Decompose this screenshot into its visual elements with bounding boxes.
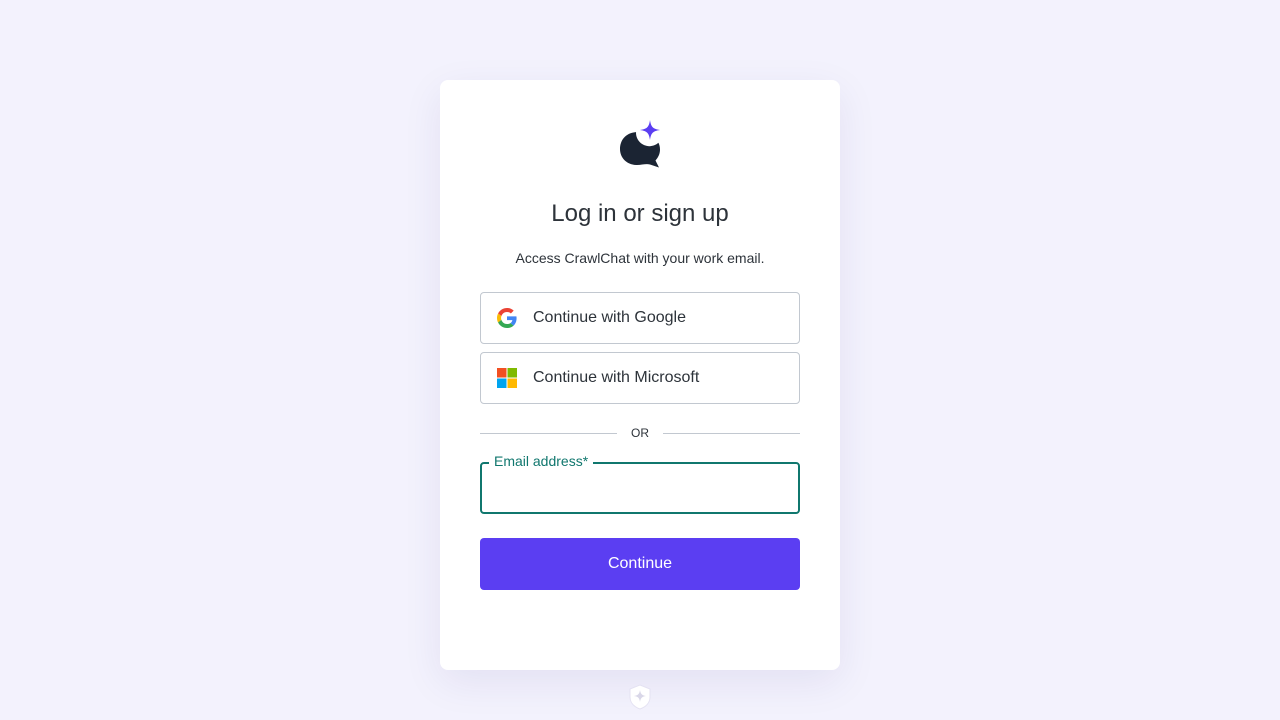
google-button-label: Continue with Google (533, 309, 686, 326)
shield-badge-icon (628, 684, 652, 710)
microsoft-button-label: Continue with Microsoft (533, 369, 700, 386)
login-card: Log in or sign up Access CrawlChat with … (440, 80, 840, 670)
page-subtitle: Access CrawlChat with your work email. (515, 250, 765, 266)
divider-text: OR (631, 426, 649, 440)
email-label: Email address* (489, 452, 594, 470)
or-divider: OR (480, 424, 800, 442)
chat-bubble-sparkle-icon (616, 120, 664, 170)
divider-line-right (663, 432, 800, 434)
page-title: Log in or sign up (551, 200, 729, 227)
continue-with-microsoft-button[interactable]: Continue with Microsoft (480, 352, 800, 404)
continue-with-google-button[interactable]: Continue with Google (480, 292, 800, 344)
google-icon (497, 308, 517, 328)
email-field-wrapper: Email address* (480, 452, 800, 514)
microsoft-icon (497, 368, 517, 388)
continue-button[interactable]: Continue (480, 538, 800, 590)
divider-line-left (480, 432, 617, 434)
